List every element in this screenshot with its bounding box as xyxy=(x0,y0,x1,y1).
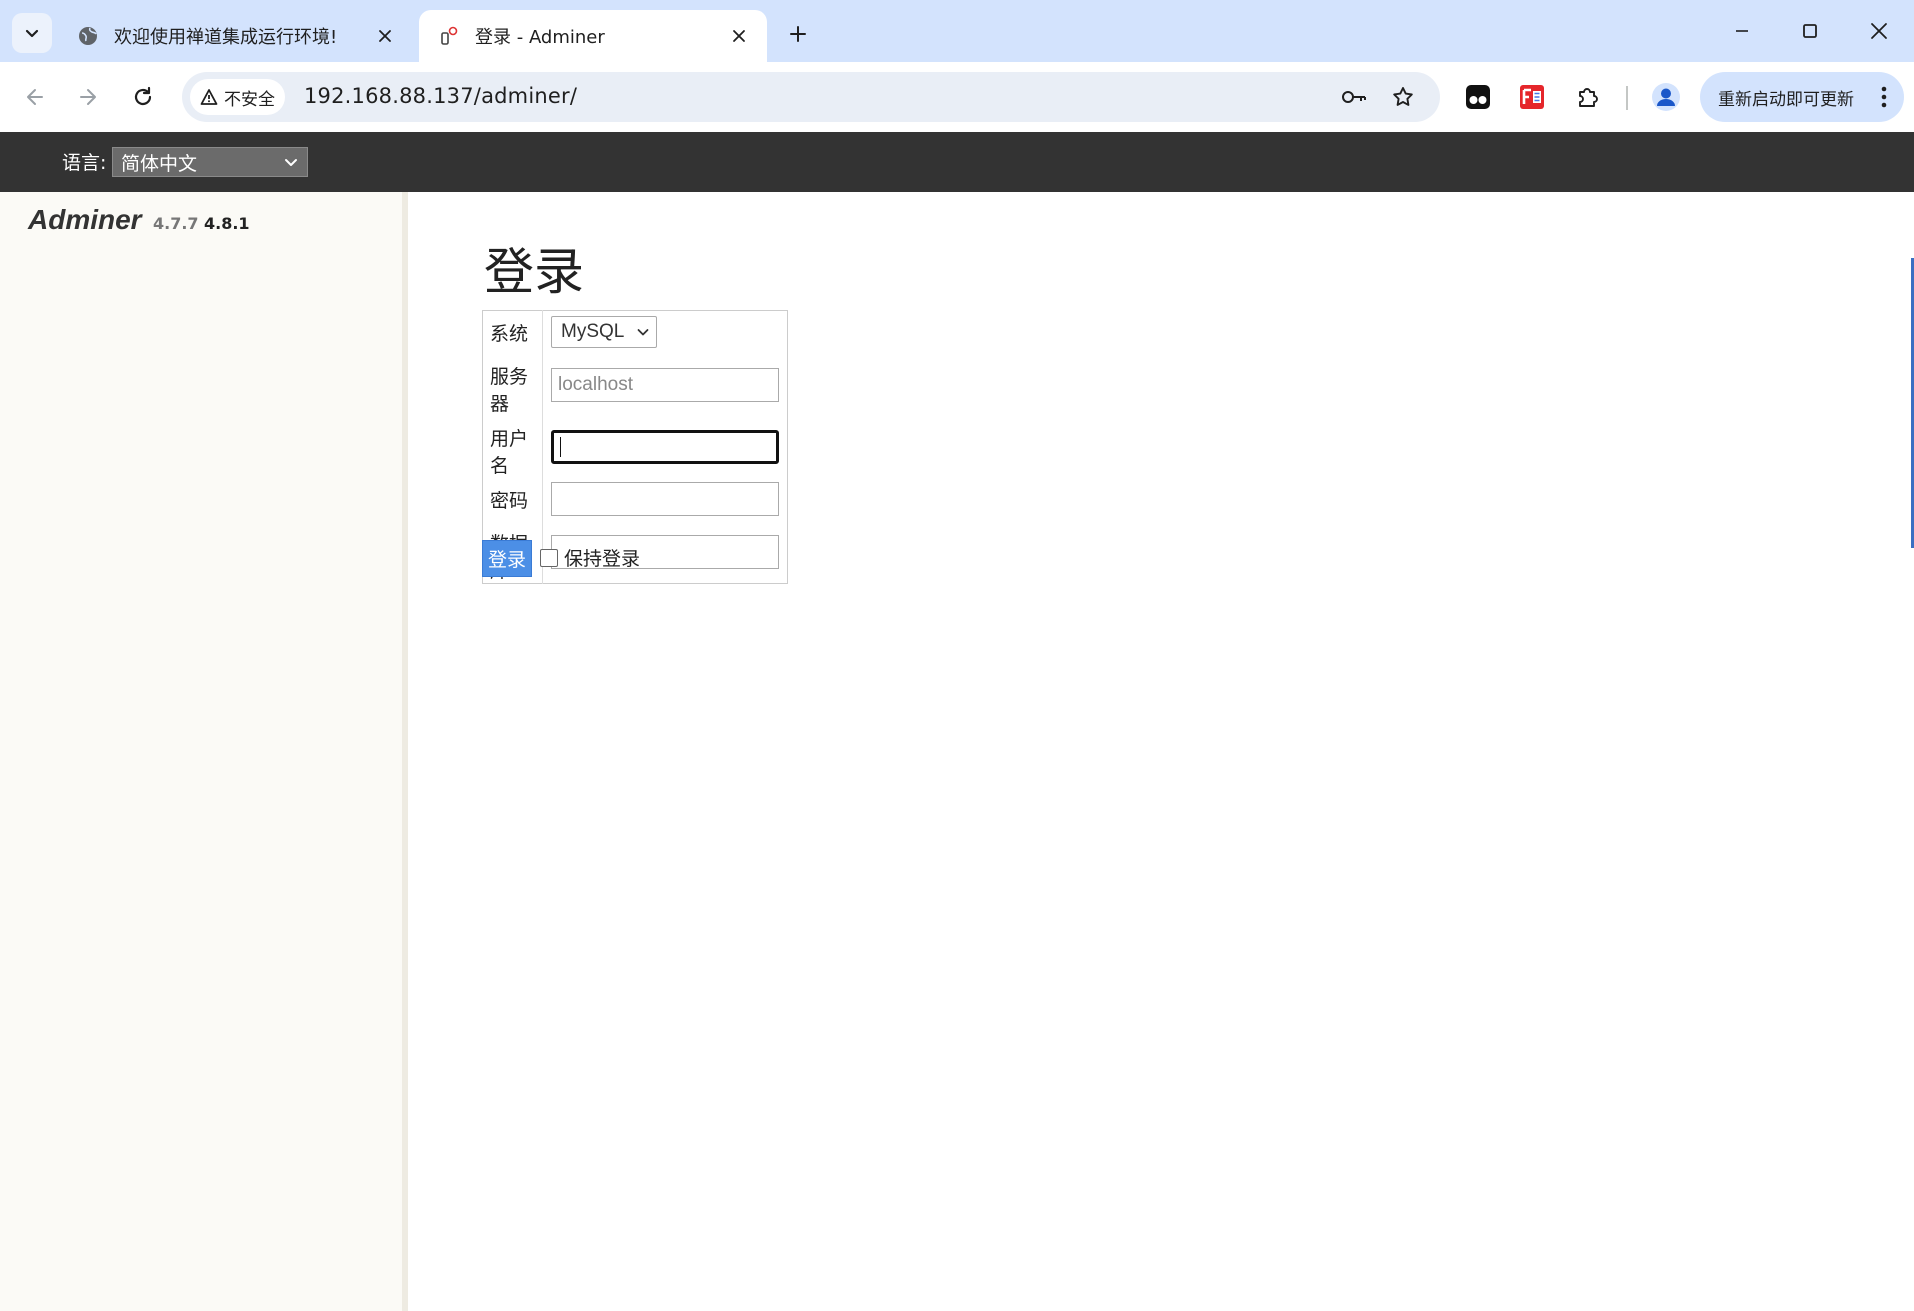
close-icon[interactable] xyxy=(371,22,399,50)
reload-icon xyxy=(134,86,152,106)
chevron-down-icon xyxy=(285,159,297,166)
page-title: 登录 xyxy=(484,243,584,301)
tab-strip: 欢迎使用禅道集成运行环境! 登录 - Adminer xyxy=(0,0,1914,62)
new-tab-button[interactable] xyxy=(780,16,816,52)
tab-search-button[interactable] xyxy=(12,13,52,53)
star-icon xyxy=(1393,87,1413,106)
plus-icon xyxy=(790,26,806,42)
close-icon xyxy=(1871,23,1887,39)
server-label: 服务器 xyxy=(482,353,543,416)
system-value: MySQL xyxy=(561,321,625,343)
extension-tampermonkey[interactable] xyxy=(1458,77,1498,117)
toolbar-divider xyxy=(1626,86,1628,110)
key-icon xyxy=(1342,91,1366,103)
remember-checkbox[interactable] xyxy=(540,548,558,567)
username-label: 用户名 xyxy=(482,415,543,478)
url-text[interactable]: 192.168.88.137/adminer/ xyxy=(304,84,577,108)
form-row-username: 用户名 xyxy=(482,415,788,478)
minimize-icon xyxy=(1736,30,1748,32)
form-row-password: 密码 xyxy=(482,477,788,521)
language-select[interactable]: 简体中文 xyxy=(112,147,308,177)
username-input[interactable] xyxy=(551,429,779,464)
tab-title: 登录 - Adminer xyxy=(475,27,605,48)
minimize-button[interactable] xyxy=(1714,8,1770,54)
adminer-logo[interactable]: Adminer xyxy=(28,204,142,236)
server-input[interactable]: localhost xyxy=(551,367,779,402)
remember-login[interactable]: 保持登录 xyxy=(540,544,640,571)
password-input[interactable] xyxy=(551,482,779,516)
tab-adminer-login[interactable]: 登录 - Adminer xyxy=(419,10,767,62)
adminer-icon xyxy=(437,24,461,48)
tab-title: 欢迎使用禅道集成运行环境! xyxy=(114,27,338,48)
remember-label: 保持登录 xyxy=(564,548,641,570)
reload-button[interactable] xyxy=(123,77,163,117)
avatar-icon xyxy=(1652,83,1680,111)
system-select[interactable]: MySQL xyxy=(551,316,657,349)
fe-helper-icon xyxy=(1520,85,1544,109)
form-row-server: 服务器 localhost xyxy=(482,353,788,416)
chevron-down-icon xyxy=(25,29,39,38)
close-icon[interactable] xyxy=(725,22,753,50)
arrow-right-icon xyxy=(80,89,96,105)
form-row-system: 系统 MySQL xyxy=(482,310,788,354)
language-value: 简体中文 xyxy=(121,152,198,175)
current-version: 4.7.7 xyxy=(153,214,199,233)
browser-toolbar: 不安全 192.168.88.137/adminer/ 重新启动即可更新 xyxy=(0,62,1914,132)
system-label: 系统 xyxy=(482,310,543,354)
sidebar-menu: Adminer 4.7.7 4.8.1 xyxy=(0,192,408,1311)
update-button[interactable]: 重新启动即可更新 xyxy=(1700,72,1904,122)
update-label: 重新启动即可更新 xyxy=(1718,89,1854,110)
tampermonkey-icon xyxy=(1466,85,1490,109)
maximize-icon xyxy=(1803,24,1817,38)
puzzle-icon xyxy=(1579,88,1598,107)
globe-icon xyxy=(76,24,100,48)
new-version-link[interactable]: 4.8.1 xyxy=(204,214,250,233)
close-window-button[interactable] xyxy=(1851,8,1907,54)
security-chip[interactable]: 不安全 xyxy=(190,79,285,115)
extensions-button[interactable] xyxy=(1568,77,1608,117)
chevron-down-icon xyxy=(637,329,649,336)
back-button[interactable] xyxy=(15,77,55,117)
language-label: 语言: xyxy=(62,152,107,174)
bookmark-button[interactable] xyxy=(1385,79,1421,115)
login-button[interactable]: 登录 xyxy=(482,540,532,577)
arrow-left-icon xyxy=(27,89,43,105)
more-vert-icon[interactable] xyxy=(1880,85,1888,109)
address-bar[interactable]: 不安全 192.168.88.137/adminer/ xyxy=(182,72,1440,122)
maximize-button[interactable] xyxy=(1782,8,1838,54)
extension-fe-helper[interactable] xyxy=(1512,77,1552,117)
warning-icon xyxy=(200,89,218,105)
forward-button[interactable] xyxy=(68,77,108,117)
profile-button[interactable] xyxy=(1646,77,1686,117)
password-label: 密码 xyxy=(482,477,543,521)
password-key-button[interactable] xyxy=(1336,79,1372,115)
tab-zentao-welcome[interactable]: 欢迎使用禅道集成运行环境! xyxy=(58,10,413,62)
security-label: 不安全 xyxy=(224,89,275,110)
